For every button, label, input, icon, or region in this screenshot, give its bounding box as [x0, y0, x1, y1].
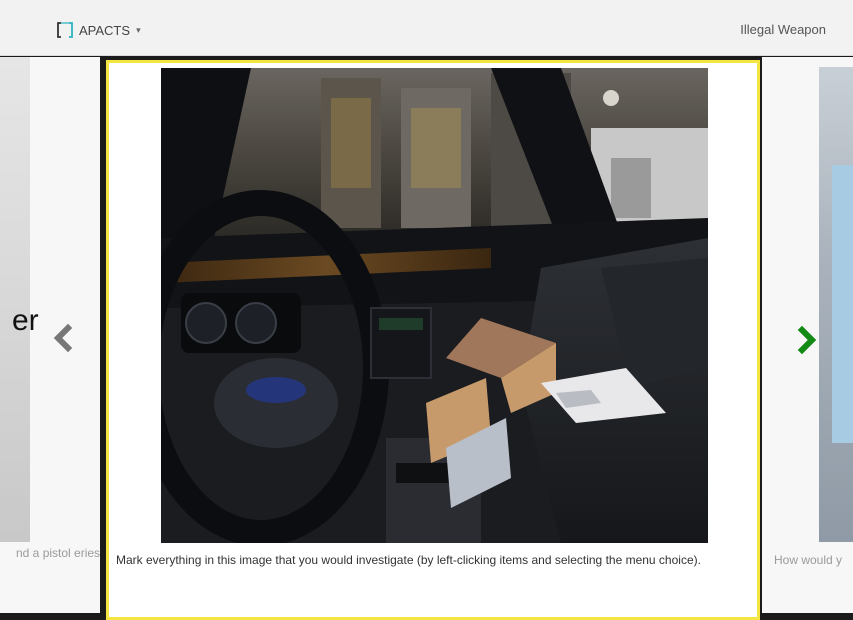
top-navbar: APACTS ▾ Illegal Weapon	[0, 0, 853, 56]
dropdown-caret-icon: ▾	[136, 24, 141, 35]
carousel-prev-button[interactable]	[44, 318, 84, 358]
task-instruction-caption: Mark everything in this image that you w…	[116, 553, 701, 567]
previous-slide-caption: nd a pistol eries.	[16, 546, 100, 560]
overlapping-text: er	[12, 304, 39, 337]
chevron-right-icon	[797, 325, 817, 355]
carousel-slide-next[interactable]: How would y	[762, 57, 853, 613]
brand-logo-icon	[57, 22, 73, 38]
brand-menu[interactable]: APACTS ▾	[55, 20, 141, 40]
carousel-slide-active: Mark everything in this image that you w…	[106, 60, 760, 620]
next-slide-panel	[832, 165, 853, 443]
previous-slide-image	[0, 57, 30, 542]
car-interior-scene-image[interactable]	[161, 68, 708, 543]
next-slide-caption: How would y	[774, 553, 843, 567]
scenario-title: Illegal Weapon	[740, 22, 826, 37]
brand-label: APACTS	[79, 22, 131, 38]
carousel-next-button[interactable]	[786, 320, 826, 360]
chevron-left-icon	[53, 323, 73, 353]
